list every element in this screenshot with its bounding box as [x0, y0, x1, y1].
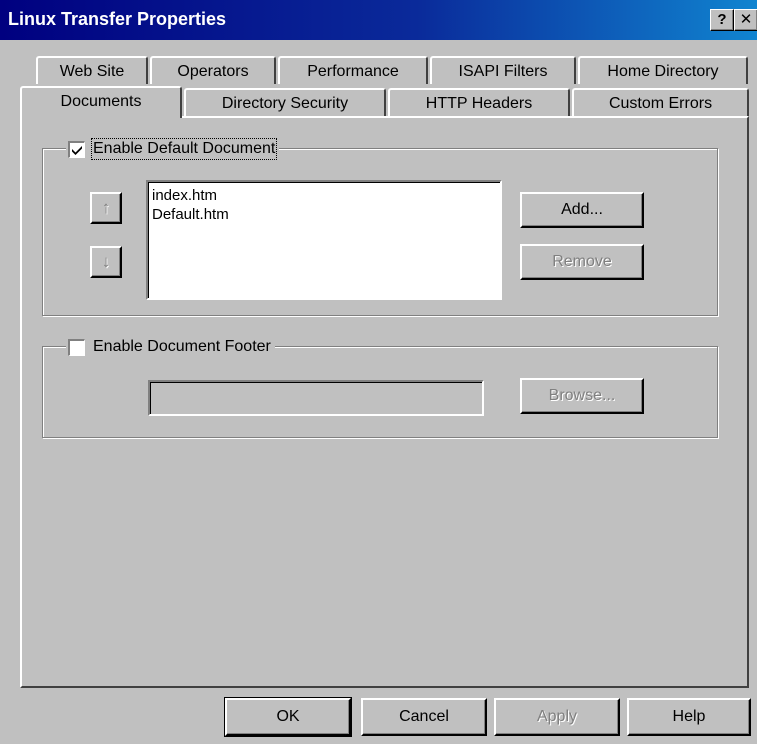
- window-title: Linux Transfer Properties: [8, 9, 227, 29]
- footer-path-field[interactable]: [148, 380, 484, 416]
- tab-directory-security[interactable]: Directory Security: [184, 88, 386, 116]
- add-button[interactable]: Add...: [520, 192, 644, 228]
- tab-http-headers[interactable]: HTTP Headers: [388, 88, 570, 116]
- browse-button[interactable]: Browse...: [520, 378, 644, 414]
- help-dialog-button[interactable]: Help: [627, 698, 751, 736]
- tab-home-directory[interactable]: Home Directory: [578, 56, 748, 84]
- tab-label: Operators: [177, 63, 249, 80]
- checkmark-icon: [72, 145, 82, 155]
- tab-label: Home Directory: [607, 63, 719, 80]
- browse-button-label: Browse...: [548, 387, 616, 404]
- checkbox-box[interactable]: [68, 338, 85, 356]
- remove-button[interactable]: Remove: [520, 244, 644, 280]
- close-button[interactable]: ✕: [734, 9, 757, 31]
- documents-panel: Enable Default Document ↑ ↓ index.htm De…: [20, 116, 749, 688]
- list-item[interactable]: Default.htm: [152, 205, 496, 224]
- tab-label: Directory Security: [221, 95, 349, 112]
- tab-isapi-filters[interactable]: ISAPI Filters: [430, 56, 576, 84]
- cancel-button-label: Cancel: [399, 708, 449, 725]
- tab-label: ISAPI Filters: [458, 63, 548, 80]
- enable-document-footer-checkbox[interactable]: Enable Document Footer: [66, 336, 275, 358]
- apply-button[interactable]: Apply: [494, 698, 620, 736]
- arrow-up-icon: ↑: [101, 198, 111, 217]
- cancel-button[interactable]: Cancel: [361, 698, 487, 736]
- checkbox-box[interactable]: [68, 140, 85, 158]
- tab-operators[interactable]: Operators: [150, 56, 276, 84]
- arrow-down-icon: ↓: [101, 252, 111, 271]
- enable-default-document-label: Enable Default Document: [90, 138, 278, 160]
- title-bar: Linux Transfer Properties ? ✕: [0, 0, 757, 40]
- add-button-label: Add...: [561, 201, 603, 218]
- default-document-list[interactable]: index.htm Default.htm: [146, 180, 502, 300]
- move-down-button[interactable]: ↓: [90, 246, 122, 278]
- tab-label: Documents: [60, 93, 142, 110]
- tab-label: Web Site: [59, 63, 125, 80]
- ok-button-label: OK: [276, 708, 300, 725]
- ok-button[interactable]: OK: [224, 697, 352, 737]
- tab-performance[interactable]: Performance: [278, 56, 428, 84]
- tab-custom-errors[interactable]: Custom Errors: [572, 88, 749, 116]
- enable-document-footer-label: Enable Document Footer: [93, 338, 271, 355]
- move-up-button[interactable]: ↑: [90, 192, 122, 224]
- list-item[interactable]: index.htm: [152, 186, 496, 205]
- tab-label: Performance: [307, 63, 399, 80]
- tab-label: Custom Errors: [608, 95, 713, 112]
- help-icon: ?: [717, 11, 727, 28]
- close-icon: ✕: [739, 11, 753, 28]
- help-button-label: Help: [672, 708, 706, 725]
- enable-default-document-checkbox[interactable]: Enable Default Document: [66, 138, 280, 160]
- remove-button-label: Remove: [552, 253, 612, 270]
- tab-web-site[interactable]: Web Site: [36, 56, 148, 84]
- help-button[interactable]: ?: [710, 9, 734, 31]
- tab-documents[interactable]: Documents: [20, 86, 182, 118]
- tab-label: HTTP Headers: [425, 95, 533, 112]
- apply-button-label: Apply: [536, 708, 578, 725]
